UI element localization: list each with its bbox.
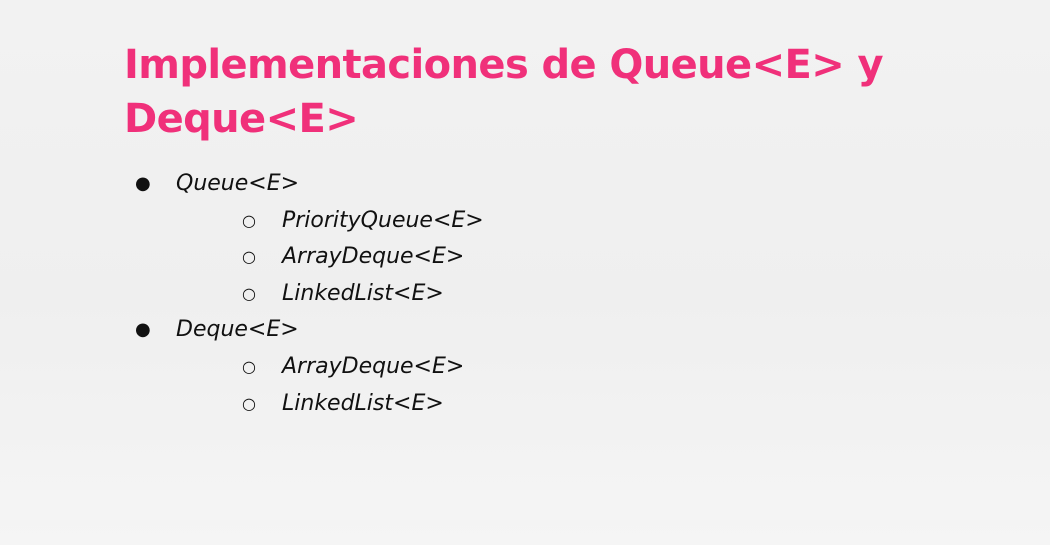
- list-item-arraydeque: ○ ArrayDeque<E>: [0, 239, 1050, 276]
- list-item-label: ArrayDeque<E>: [282, 353, 465, 379]
- list-item-label: Queue<E>: [176, 171, 300, 196]
- filled-bullet-icon: ●: [135, 173, 151, 194]
- list-item-linkedlist: ○ LinkedList<E>: [0, 276, 1050, 313]
- list-item-label: PriorityQueue<E>: [282, 207, 484, 233]
- hollow-bullet-icon: ○: [242, 356, 256, 376]
- list-item-arraydeque: ○ ArrayDeque<E>: [0, 349, 1050, 386]
- slide-title: Implementaciones de Queue<E> y Deque<E>: [124, 42, 884, 142]
- hollow-bullet-icon: ○: [242, 210, 256, 230]
- list-item-priorityqueue: ○ PriorityQueue<E>: [0, 203, 1050, 240]
- hollow-bullet-icon: ○: [242, 283, 256, 303]
- list-item-linkedlist: ○ LinkedList<E>: [0, 386, 1050, 423]
- hollow-bullet-icon: ○: [242, 247, 256, 267]
- list-item-label: LinkedList<E>: [282, 390, 444, 416]
- list-item-label: Deque<E>: [176, 317, 299, 343]
- bullet-list: ● Queue<E> ○ PriorityQueue<E> ○ ArrayDeq…: [0, 166, 1050, 422]
- hollow-bullet-icon: ○: [242, 393, 256, 413]
- list-item-label: ArrayDeque<E>: [282, 244, 465, 270]
- list-item-queue: ● Queue<E>: [0, 166, 1050, 203]
- list-item-label: LinkedList<E>: [282, 280, 444, 306]
- list-item-deque: ● Deque<E>: [0, 312, 1050, 349]
- filled-bullet-icon: ●: [135, 319, 151, 341]
- slide: Implementaciones de Queue<E> y Deque<E> …: [0, 0, 1050, 545]
